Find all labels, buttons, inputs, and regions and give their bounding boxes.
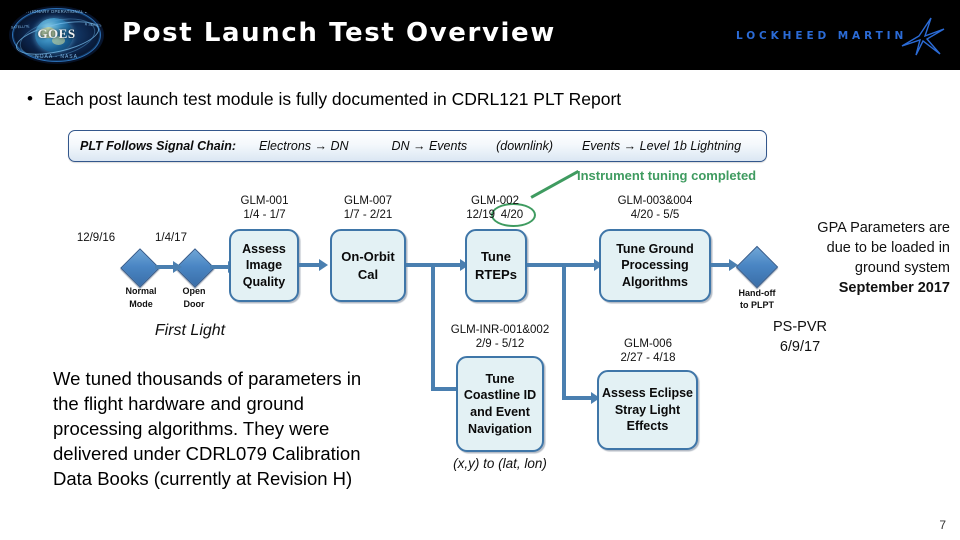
flow-box-tune-ground-processing-algorithms[interactable]: Tune Ground Processing Algorithms	[599, 229, 711, 302]
box-4-dates: 2/9 - 5/12	[475, 338, 525, 350]
box-5-dates: 2/27 - 4/18	[620, 352, 676, 364]
box-5-code: GLM-006	[624, 338, 672, 350]
milestone-1-label-line2: Door	[183, 299, 205, 309]
flow-box-tune-ground-processing-algorithms-text: Tune Ground Processing Algorithms	[616, 241, 694, 291]
bullet-row: • Each post launch test module is fully …	[16, 88, 916, 110]
box-1-line-0: On-Orbit	[341, 249, 395, 265]
box-0-line-2: Quality	[242, 274, 286, 289]
box-4-line-1: Coastline ID	[463, 388, 537, 403]
box-0-line-1: Image	[245, 258, 283, 273]
box-2-code: GLM-002	[471, 195, 519, 207]
box-1-line-1: Cal	[357, 266, 379, 282]
ps-pvr-line1: PS-PVR	[773, 319, 827, 335]
instrument-tuning-annotation: Instrument tuning completed	[577, 168, 757, 183]
box-2-dates-highlight: 4/20	[500, 209, 524, 221]
milestone-diamond-normal-mode	[120, 248, 160, 288]
bullet-text: Each post launch test module is fully do…	[44, 89, 622, 109]
box-0-line-0: Assess	[242, 241, 286, 256]
box-5-line-2: Effects	[626, 419, 669, 434]
body-paragraph-line3: processing algorithms. They were	[53, 418, 330, 439]
body-paragraph-line2: the flight hardware and ground	[53, 393, 304, 414]
gpa-note-line4: September 2017	[838, 280, 950, 296]
connector-box-0-to-box-1	[299, 263, 320, 267]
body-paragraph-line1: We tuned thousands of parameters in	[53, 368, 362, 389]
flow-box-tune-coastline-text: Tune Coastline ID and Event Navigation	[464, 371, 536, 438]
milestone-0-date: 12/9/16	[76, 232, 116, 244]
connector-box-3-to-handoff	[711, 263, 730, 267]
arrowhead-diamond-0-to-1	[173, 260, 182, 273]
box-2-line-0: Tune	[480, 249, 512, 265]
flow-box-tune-rteps[interactable]: Tune RTEPs	[465, 229, 527, 302]
signal-chain-content: PLT Follows Signal Chain: Electrons → DN…	[69, 137, 741, 155]
slide-canvas: GEOSTATIONARY OPERATIONAL ENVIRONMENTAL …	[0, 0, 960, 540]
page-title: Post Launch Test Overview	[122, 18, 556, 48]
ps-pvr-note: PS-PVR 6/9/17	[730, 317, 870, 357]
box-5-line-0: Assess Eclipse	[601, 386, 694, 401]
lockheed-martin-wordmark: LOCKHEED MARTIN	[736, 30, 908, 42]
logo-arc-bottom-text: NOAA - NASA	[35, 54, 78, 60]
box-3-dates: 4/20 - 5/5	[630, 209, 680, 221]
goes-r-mission-logo: GEOSTATIONARY OPERATIONAL ENVIRONMENTAL …	[9, 6, 104, 64]
connector-diamond-1-to-box-0	[210, 265, 229, 269]
box-5-line-1: Stray Light	[614, 402, 681, 417]
box-3-line-2: Algorithms	[622, 274, 688, 289]
lockheed-martin-logo: LOCKHEED MARTIN	[736, 17, 946, 56]
milestone-0-label-line1: Normal	[125, 286, 157, 296]
body-paragraph-line5: Data Books (currently at Revision H)	[53, 468, 353, 489]
signal-chain-label: PLT Follows Signal Chain:	[80, 139, 237, 153]
first-light-label: First Light	[154, 322, 226, 339]
flow-box-assess-eclipse-stray-light-effects[interactable]: Assess Eclipse Stray Light Effects	[597, 370, 698, 450]
lockheed-star-icon	[901, 17, 945, 56]
flow-box-tune-rteps-text: Tune RTEPs	[475, 248, 517, 283]
milestone-0-label-line2: Mode	[129, 299, 153, 309]
connector-box-2-right	[527, 263, 595, 267]
box-2-dates-prefix: 12/19	[466, 209, 495, 221]
body-paragraph: We tuned thousands of parameters in the …	[53, 366, 423, 491]
flow-box-on-orbit-cal-text: On-Orbit Cal	[341, 248, 394, 283]
signal-chain-segment-3: (downlink)	[496, 139, 554, 153]
box-4-line-0: Tune	[485, 371, 515, 386]
box-1-code: GLM-007	[344, 195, 392, 207]
box-4-code: GLM-INR-001&002	[450, 324, 550, 336]
bullet-marker: •	[27, 89, 33, 108]
box-2-line-1: RTEPs	[475, 266, 517, 282]
body-paragraph-line4: delivered under CDRL079 Calibration	[53, 443, 361, 464]
signal-chain-segment-4: Events → Level 1b Lightning	[581, 139, 742, 153]
ps-pvr-line2: 6/9/17	[779, 339, 821, 355]
box-4-line-3: Navigation	[468, 421, 532, 436]
logo-arc-top-text: GEOSTATIONARY OPERATIONAL ENVIRONMENTAL …	[10, 9, 104, 14]
box-3-code: GLM-003&004	[617, 195, 693, 207]
box-3-line-1: Processing	[621, 258, 689, 273]
gpa-note-line1: GPA Parameters are	[817, 220, 950, 236]
gpa-note-line3: ground system	[854, 260, 950, 276]
flow-box-assess-image-quality[interactable]: Assess Image Quality	[229, 229, 299, 302]
gpa-note-line2: due to be loaded in	[826, 240, 950, 256]
page-number: 7	[939, 518, 946, 532]
signal-chain-segment-1: Electrons → DN	[258, 139, 349, 153]
signal-chain-banner: PLT Follows Signal Chain: Electrons → DN…	[68, 130, 767, 162]
gpa-note: GPA Parameters are due to be loaded in g…	[760, 218, 950, 298]
flow-box-on-orbit-cal[interactable]: On-Orbit Cal	[330, 229, 406, 302]
flow-box-assess-eclipse-text: Assess Eclipse Stray Light Effects	[602, 385, 693, 435]
connector-branch-to-eclipse	[562, 396, 592, 400]
box-4-line-2: and Event	[470, 405, 530, 419]
handoff-label-line2: to PLPT	[740, 300, 774, 310]
signal-chain-segment-2: DN → Events	[391, 139, 468, 153]
slide-header: GEOSTATIONARY OPERATIONAL ENVIRONMENTAL …	[0, 0, 960, 70]
flow-box-assess-image-quality-text: Assess Image Quality	[242, 241, 286, 291]
logo-wordmark: GOES	[37, 26, 76, 41]
box-3-line-0: Tune Ground	[616, 241, 694, 256]
milestone-1-date: 1/4/17	[155, 232, 187, 244]
flow-box-tune-coastline-id-and-event-navigation[interactable]: Tune Coastline ID and Event Navigation	[456, 356, 544, 452]
arrowhead-box-0-to-box-1	[319, 258, 328, 271]
connector-diamond-0-to-1	[155, 265, 174, 269]
box-4-caption: (x,y) to (lat, lon)	[453, 456, 547, 471]
box-1-dates: 1/7 - 2/21	[343, 209, 393, 221]
